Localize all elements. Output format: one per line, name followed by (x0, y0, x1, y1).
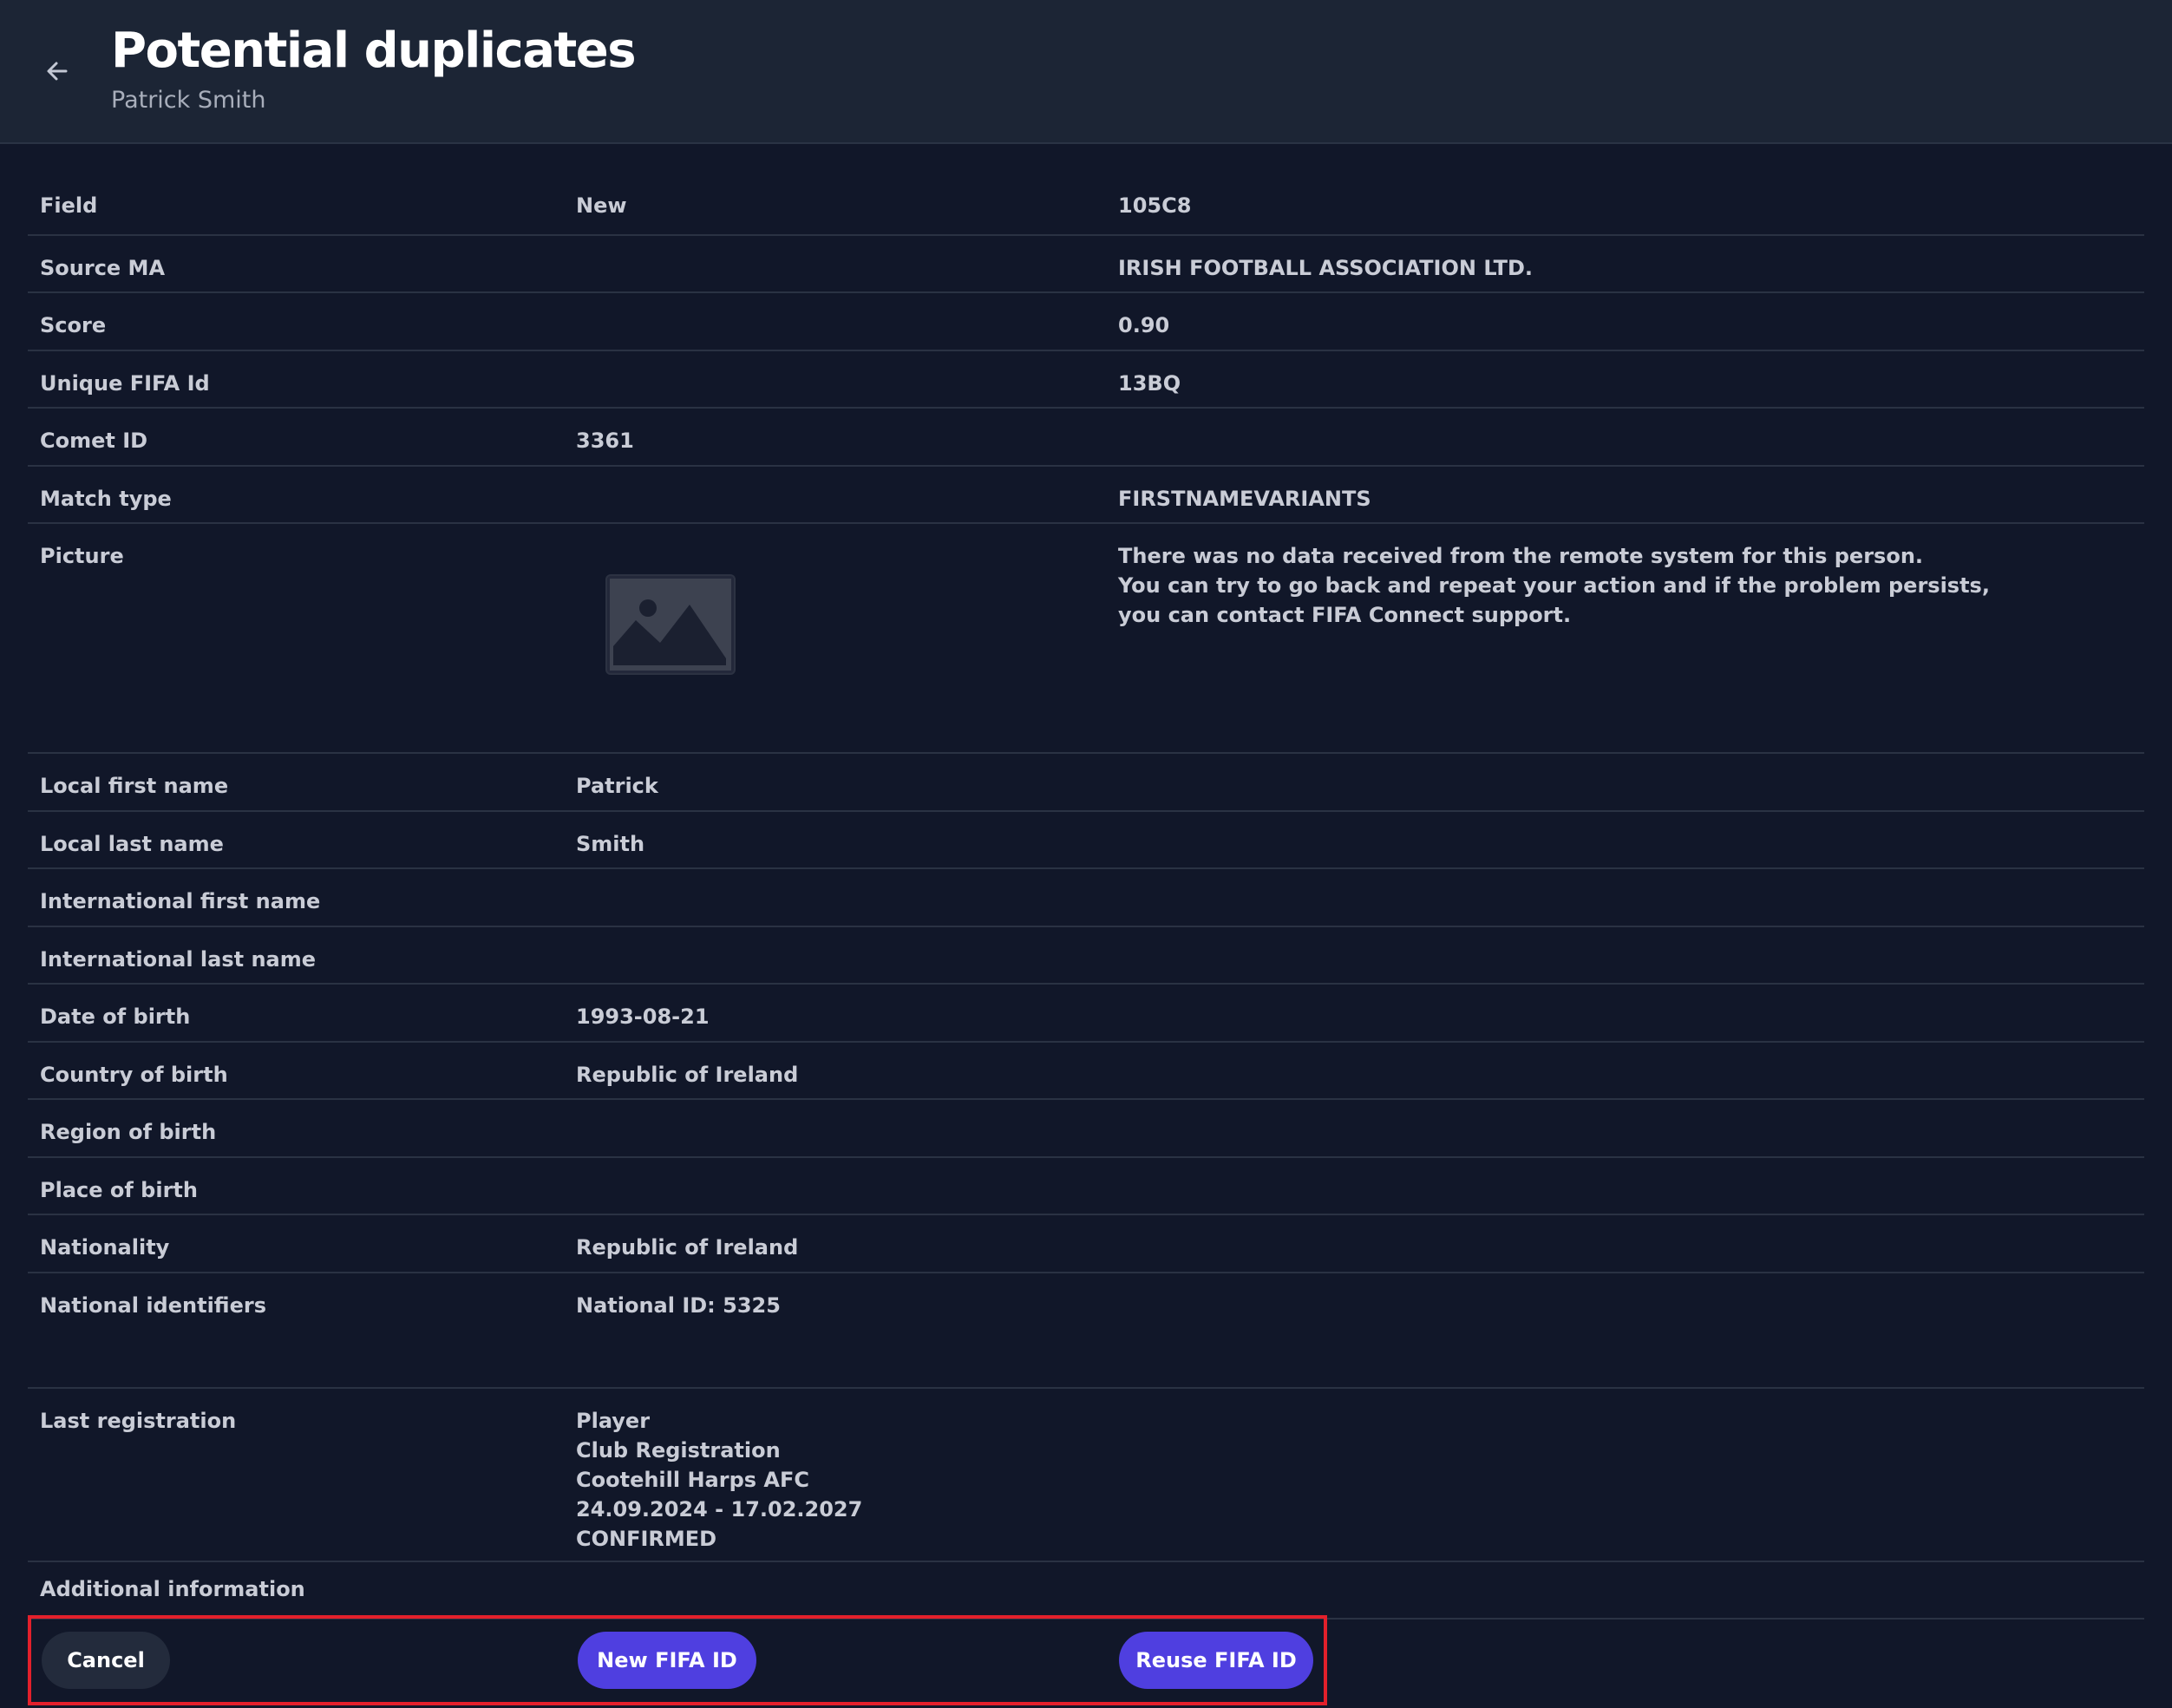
table-row-last-registration: Last registration Player Club Registrati… (28, 1389, 2144, 1562)
reuse-fifa-id-button[interactable]: Reuse FIFA ID (1119, 1632, 1313, 1689)
duplicates-comparison-table: Field New 105C8 Source MA IRISH FOOTBALL… (28, 179, 2144, 1620)
new-value: Republic of Ireland (576, 1235, 799, 1260)
column-header-field: Field (40, 193, 98, 218)
match-value: FIRSTNAMEVARIANTS (1118, 487, 1371, 511)
field-label: Score (40, 313, 107, 337)
field-label: Place of birth (40, 1178, 198, 1202)
cancel-button[interactable]: Cancel (42, 1632, 170, 1689)
new-value: National ID: 5325 (576, 1293, 781, 1318)
table-row: Country of birth Republic of Ireland (28, 1043, 2144, 1100)
table-row: Match type FIRSTNAMEVARIANTS (28, 467, 2144, 524)
message-line: You can try to go back and repeat your a… (1118, 573, 1990, 598)
registration-type: Club Registration (576, 1438, 781, 1463)
action-buttons-highlight: Cancel New FIFA ID Reuse FIFA ID (28, 1615, 1327, 1705)
table-row: Unique FIFA Id 13BQ (28, 351, 2144, 409)
match-value: 13BQ (1118, 371, 1181, 396)
registration-period: 24.09.2024 - 17.02.2027 (576, 1497, 863, 1521)
message-line: There was no data received from the remo… (1118, 544, 1924, 568)
table-row: Additional information (28, 1562, 2144, 1620)
back-button[interactable] (38, 52, 76, 90)
page-subtitle: Patrick Smith (111, 87, 266, 114)
new-value: Smith (576, 832, 645, 856)
new-value: Republic of Ireland (576, 1063, 799, 1087)
image-placeholder-icon (607, 576, 734, 673)
field-label: Match type (40, 487, 172, 511)
field-label: International last name (40, 947, 317, 972)
table-row: Local first name Patrick (28, 754, 2144, 812)
match-value-message: There was no data received from the remo… (1118, 541, 1990, 630)
new-value: 1993-08-21 (576, 1005, 710, 1029)
field-label: Additional information (40, 1577, 305, 1601)
page-header: Potential duplicates Patrick Smith (0, 0, 2172, 144)
field-label: Source MA (40, 256, 166, 280)
table-row: National identifiers National ID: 5325 (28, 1273, 2144, 1389)
field-label: Region of birth (40, 1120, 217, 1144)
table-row: Place of birth (28, 1158, 2144, 1215)
registration-club: Cootehill Harps AFC (576, 1468, 809, 1492)
registration-role: Player (576, 1409, 651, 1433)
arrow-left-icon (47, 62, 68, 81)
table-row: Nationality Republic of Ireland (28, 1215, 2144, 1273)
field-label: Unique FIFA Id (40, 371, 210, 396)
registration-status: CONFIRMED (576, 1527, 717, 1551)
message-line: you can contact FIFA Connect support. (1118, 603, 1572, 627)
page-title: Potential duplicates (111, 23, 637, 79)
table-row-picture: Picture There was no data received from … (28, 524, 2144, 754)
new-value: Patrick (576, 774, 658, 798)
column-header-match: 105C8 (1118, 193, 1192, 218)
field-label: Last registration (40, 1409, 237, 1433)
field-label: Nationality (40, 1235, 170, 1260)
table-row: Region of birth (28, 1100, 2144, 1158)
new-fifa-id-button[interactable]: New FIFA ID (578, 1632, 756, 1689)
match-value: 0.90 (1118, 313, 1170, 337)
field-label: Date of birth (40, 1005, 191, 1029)
table-row: International last name (28, 927, 2144, 985)
field-label: Picture (40, 544, 124, 568)
new-value: 3361 (576, 429, 634, 453)
table-row: Comet ID 3361 (28, 409, 2144, 467)
field-label: Comet ID (40, 429, 148, 453)
field-label: National identifiers (40, 1293, 266, 1318)
field-label: Local last name (40, 832, 224, 856)
column-header-new: New (576, 193, 627, 218)
table-row: Local last name Smith (28, 812, 2144, 869)
field-label: International first name (40, 889, 321, 913)
table-row: International first name (28, 869, 2144, 927)
table-header-row: Field New 105C8 (28, 179, 2144, 236)
table-row: Score 0.90 (28, 293, 2144, 351)
field-label: Country of birth (40, 1063, 228, 1087)
field-label: Local first name (40, 774, 229, 798)
table-row: Date of birth 1993-08-21 (28, 985, 2144, 1043)
match-value: IRISH FOOTBALL ASSOCIATION LTD. (1118, 256, 1534, 280)
new-value-registration: Player Club Registration Cootehill Harps… (576, 1406, 862, 1554)
table-row: Source MA IRISH FOOTBALL ASSOCIATION LTD… (28, 236, 2144, 293)
